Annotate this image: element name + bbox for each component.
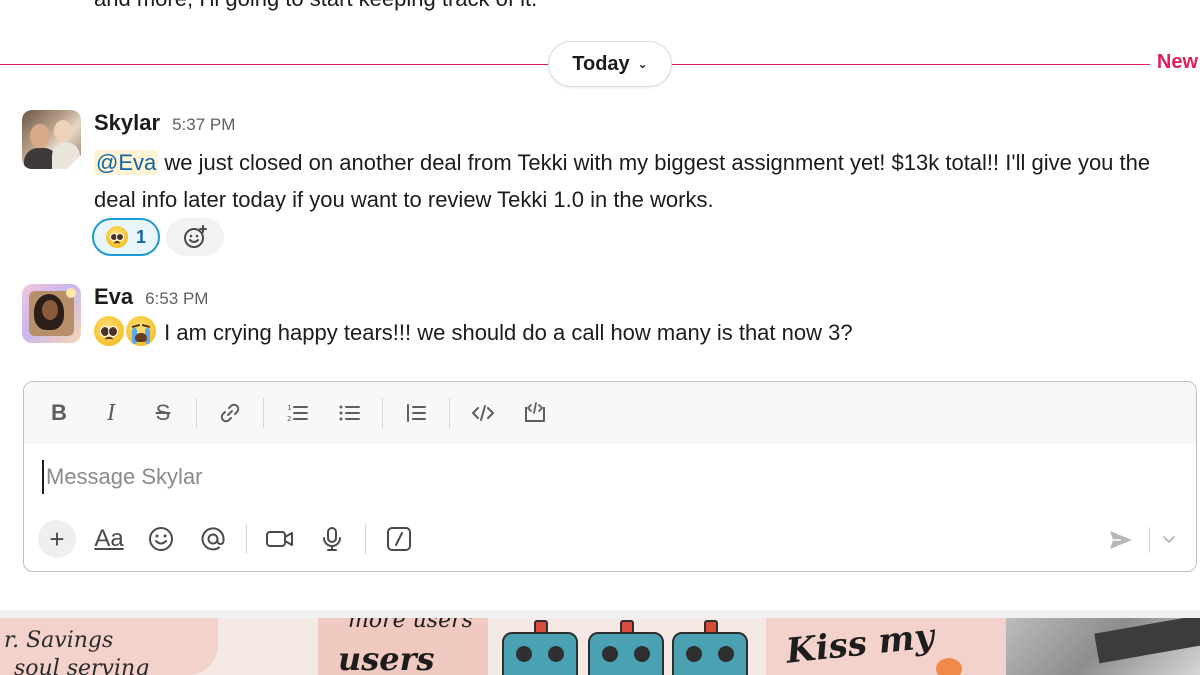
sticker-text: more users [348, 618, 473, 633]
action-divider [246, 524, 247, 554]
pleading-face-emoji [94, 316, 124, 346]
background-photo [1006, 618, 1200, 675]
link-button[interactable] [211, 394, 249, 432]
user-mention[interactable]: @Eva [94, 150, 159, 175]
message-text-content: I am crying happy tears!!! we should do … [158, 320, 853, 345]
sticker-text: soul serving [14, 656, 150, 675]
message-timestamp[interactable]: 5:37 PM [172, 115, 235, 135]
svg-text:1: 1 [287, 404, 291, 412]
avatar-skylar[interactable] [22, 110, 81, 169]
svg-text:2: 2 [287, 415, 291, 423]
reaction-pleading-face[interactable]: 1 [92, 218, 161, 256]
link-icon [220, 403, 240, 423]
italic-button[interactable]: I [92, 394, 130, 432]
microphone-icon [323, 527, 341, 551]
toolbar-divider [196, 398, 197, 428]
previous-message-text: and more, I'll going to start keeping tr… [94, 0, 537, 12]
bulleted-list-icon [339, 405, 360, 421]
new-messages-label: New [1150, 51, 1198, 74]
formatting-toolbar: B I S 1 2 [24, 382, 1196, 444]
send-divider [1149, 527, 1150, 553]
toolbar-divider [449, 398, 450, 428]
message-text: @Eva we just closed on another deal from… [94, 144, 1184, 218]
sender-name[interactable]: Eva [94, 284, 133, 310]
bold-button[interactable]: B [40, 394, 78, 432]
robot-sticker [502, 620, 578, 675]
video-camera-icon [266, 531, 293, 547]
window-gap [0, 610, 1200, 618]
message-text-content: we just closed on another deal from Tekk… [94, 150, 1151, 212]
audio-clip-button[interactable] [313, 520, 351, 558]
bulleted-list-button[interactable] [330, 394, 368, 432]
code-block-button[interactable] [516, 394, 554, 432]
plus-icon: + [49, 523, 65, 554]
ordered-list-icon: 1 2 [287, 404, 308, 423]
loudly-crying-face-emoji [126, 316, 156, 346]
message-header: Eva 6:53 PM [94, 284, 208, 310]
reaction-count: 1 [136, 226, 147, 247]
sticker-text: Kiss my [784, 618, 937, 672]
robot-sticker [588, 620, 664, 675]
send-controls [1101, 522, 1180, 558]
toolbar-divider [382, 398, 383, 428]
avatar-eva[interactable] [22, 284, 81, 343]
mention-button[interactable] [194, 520, 232, 558]
slack-dm-window: and more, I'll going to start keeping tr… [0, 0, 1200, 675]
blockquote-button[interactable] [397, 394, 435, 432]
code-block-icon [525, 402, 545, 422]
emoji-button[interactable] [142, 520, 180, 558]
reaction-bar: 1 [92, 218, 225, 256]
strikethrough-button[interactable]: S [144, 394, 182, 432]
formatting-toggle-button[interactable]: Aa [90, 520, 128, 558]
peach-icon [936, 658, 962, 675]
send-button[interactable] [1101, 522, 1141, 558]
smiley-icon [149, 527, 173, 551]
text-format-icon: Aa [94, 525, 124, 552]
savings-sticker: r. Savings soul serving [0, 618, 218, 675]
message-composer: B I S 1 2 Message Skylar + Aa [23, 381, 1197, 572]
slash-command-button[interactable] [380, 520, 418, 558]
background-wallpaper: r. Savings soul serving more users users… [0, 618, 1200, 675]
code-button[interactable] [464, 394, 502, 432]
chevron-down-icon: ⌄ [637, 57, 648, 71]
sender-name[interactable]: Skylar [94, 110, 160, 136]
schedule-send-button[interactable] [1158, 522, 1180, 558]
date-label: Today [572, 52, 630, 75]
code-icon [472, 405, 494, 421]
slash-command-icon [387, 527, 411, 551]
add-reaction-button[interactable] [166, 218, 225, 256]
action-divider [365, 524, 366, 554]
video-clip-button[interactable] [261, 520, 299, 558]
message-timestamp[interactable]: 6:53 PM [145, 289, 208, 309]
ordered-list-button[interactable]: 1 2 [278, 394, 316, 432]
add-emoji-icon [184, 225, 208, 248]
sticker-text: r. Savings [4, 628, 114, 653]
robot-sticker [672, 620, 748, 675]
sticker-text: users [338, 640, 435, 675]
kiss-sticker: Kiss my [766, 618, 1006, 675]
users-sticker: more users users [318, 618, 488, 675]
attach-button[interactable]: + [38, 520, 76, 558]
blockquote-icon [407, 404, 426, 422]
message-input[interactable] [42, 460, 1166, 494]
toolbar-divider [263, 398, 264, 428]
composer-action-bar: + Aa [38, 520, 432, 558]
message-text: I am crying happy tears!!! we should do … [94, 314, 1184, 351]
pleading-face-emoji [106, 226, 128, 248]
at-sign-icon [201, 527, 225, 551]
send-icon [1110, 531, 1132, 549]
date-jump-button[interactable]: Today ⌄ [548, 41, 672, 87]
message-header: Skylar 5:37 PM [94, 110, 235, 136]
chevron-down-icon [1163, 536, 1175, 544]
